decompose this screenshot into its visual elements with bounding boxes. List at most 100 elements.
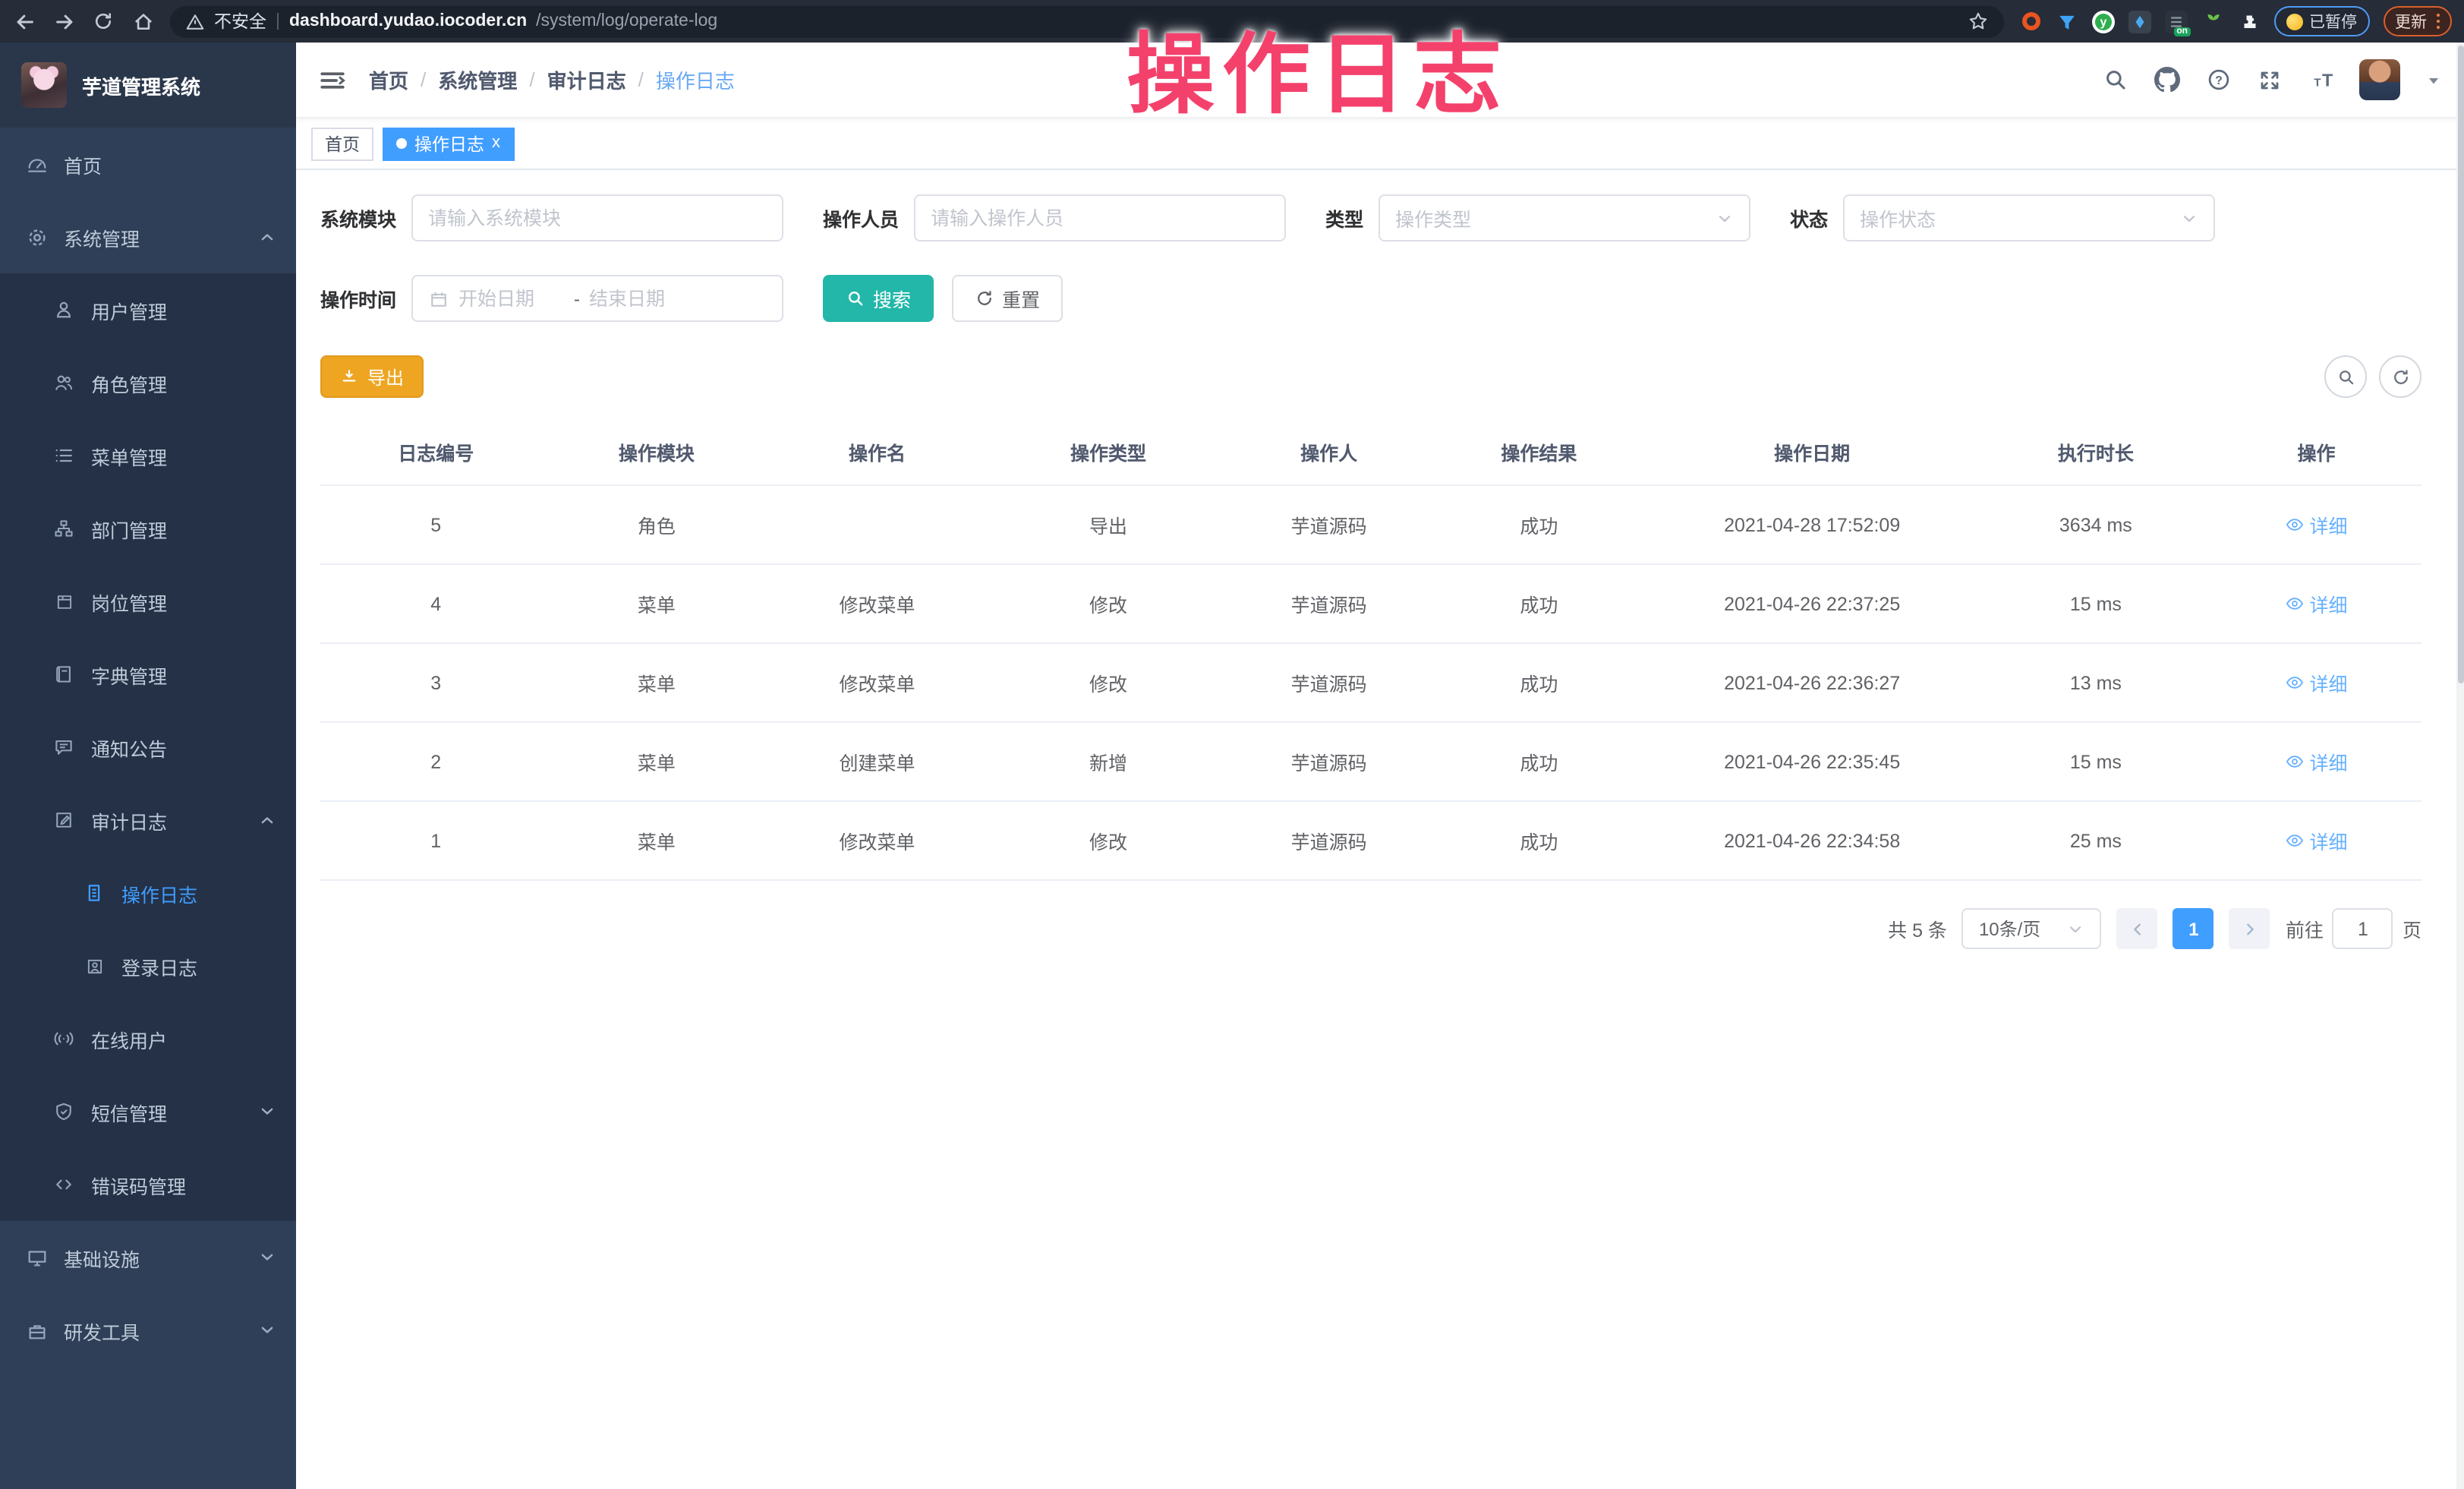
extension-funnel-icon[interactable] (2056, 10, 2078, 33)
sidebar-item-infrastructure[interactable]: 基础设施 (0, 1221, 296, 1294)
cell-result: 成功 (1434, 564, 1644, 643)
detail-link[interactable]: 详细 (2286, 589, 2348, 618)
prev-page-button[interactable] (2117, 908, 2158, 949)
github-icon[interactable] (2153, 66, 2180, 93)
avatar-caret-icon[interactable] (2425, 71, 2443, 89)
url-path[interactable]: /system/log/operate-log (536, 12, 1958, 30)
cell-date: 2021-04-26 22:34:58 (1644, 801, 1980, 880)
svg-text:?: ? (2214, 74, 2222, 87)
module-input[interactable] (428, 207, 767, 229)
breadcrumb-audit[interactable]: 审计日志 (547, 65, 626, 94)
sidebar-item-online-users[interactable]: 在线用户 (0, 1002, 296, 1075)
extensions-area: y on 已暂停 更新 (2019, 6, 2452, 36)
sidebar-logo[interactable]: 芋道管理系统 (0, 43, 296, 128)
url-host[interactable]: dashboard.yudao.iocoder.cn (289, 12, 527, 30)
sidebar-item-system-mgmt[interactable]: 系统管理 (0, 200, 296, 273)
extension-orange-icon[interactable] (2019, 10, 2042, 33)
extension-on-badge-icon[interactable]: on (2165, 10, 2188, 33)
extension-puzzle-icon[interactable] (2238, 10, 2261, 33)
fullscreen-icon[interactable] (2256, 66, 2283, 93)
refresh-table-button[interactable] (2379, 355, 2421, 398)
sidebar-item-label: 错误码管理 (91, 1170, 278, 1199)
page-content: 系统模块 操作人员 类型 操作类型 (296, 170, 2464, 1489)
detail-link[interactable]: 详细 (2286, 510, 2348, 539)
extension-paused-pill[interactable]: 已暂停 (2274, 6, 2369, 36)
sidebar-item-audit-log[interactable]: 审计日志 (0, 784, 296, 856)
cell-type: 修改 (993, 801, 1224, 880)
reset-button[interactable]: 重置 (952, 275, 1063, 322)
extension-sprout-icon[interactable] (2201, 10, 2224, 33)
detail-link[interactable]: 详细 (2286, 747, 2348, 776)
address-bar[interactable]: 不安全 | dashboard.yudao.iocoder.cn /system… (170, 5, 2004, 37)
date-range-picker[interactable]: - (411, 275, 783, 322)
tag-label: 操作日志 (414, 131, 484, 156)
search-button[interactable]: 搜索 (823, 275, 934, 322)
font-size-icon[interactable]: TT (2308, 66, 2335, 93)
detail-link[interactable]: 详细 (2286, 826, 2348, 855)
sidebar-item-dict-mgmt[interactable]: 字典管理 (0, 638, 296, 711)
operator-input[interactable] (931, 207, 1269, 229)
cell-module: 菜单 (551, 643, 761, 722)
col-date: 操作日期 (1644, 419, 1980, 485)
tag-home[interactable]: 首页 (311, 127, 373, 160)
hamburger-icon[interactable] (317, 65, 348, 95)
sidebar-item-errorcode-mgmt[interactable]: 错误码管理 (0, 1148, 296, 1221)
sidebar-item-user-mgmt[interactable]: 用户管理 (0, 273, 296, 346)
next-page-button[interactable] (2229, 908, 2270, 949)
code-icon (52, 1172, 76, 1197)
filter-operator: 操作人员 (823, 194, 1286, 241)
search-button-label: 搜索 (873, 284, 911, 313)
browser-forward-icon[interactable] (52, 9, 76, 33)
extension-gem-icon[interactable] (2128, 10, 2151, 33)
page-scrollbar[interactable] (2456, 43, 2464, 1489)
sidebar-item-post-mgmt[interactable]: 岗位管理 (0, 565, 296, 638)
detail-link[interactable]: 详细 (2286, 668, 2348, 697)
end-date-input[interactable] (589, 288, 695, 309)
security-warning-icon (185, 11, 205, 31)
browser-reload-icon[interactable] (91, 9, 115, 33)
cell-log-id: 1 (320, 801, 551, 880)
toggle-search-button[interactable] (2324, 355, 2367, 398)
status-select[interactable]: 操作状态 (1843, 194, 2215, 241)
security-label[interactable]: 不安全 (214, 9, 266, 33)
search-icon[interactable] (2101, 66, 2128, 93)
bookmark-star-icon[interactable] (1968, 11, 1989, 32)
breadcrumb-system[interactable]: 系统管理 (438, 65, 517, 94)
cell-name: 修改菜单 (761, 564, 992, 643)
tag-close-icon[interactable]: x (492, 135, 500, 152)
briefcase-icon (24, 1318, 49, 1342)
browser-back-icon[interactable] (12, 9, 36, 33)
type-label: 类型 (1325, 203, 1363, 232)
tag-operate-log[interactable]: 操作日志 x (383, 127, 514, 160)
export-button[interactable]: 导出 (320, 355, 424, 398)
paused-label: 已暂停 (2309, 10, 2357, 33)
goto-page-input[interactable] (2340, 918, 2386, 939)
page-number-button[interactable]: 1 (2173, 908, 2214, 949)
scrollbar-thumb[interactable] (2457, 46, 2463, 683)
sidebar-item-notice[interactable]: 通知公告 (0, 711, 296, 784)
update-label: 更新 (2395, 10, 2427, 33)
start-date-input[interactable] (458, 288, 565, 309)
refresh-icon (975, 289, 994, 308)
module-label: 系统模块 (320, 203, 396, 232)
type-select[interactable]: 操作类型 (1379, 194, 1750, 241)
sidebar-item-sms-mgmt[interactable]: 短信管理 (0, 1075, 296, 1148)
sidebar-item-login-log[interactable]: 登录日志 (0, 929, 296, 1002)
extension-green-y-icon[interactable]: y (2092, 10, 2115, 33)
sidebar-item-role-mgmt[interactable]: 角色管理 (0, 346, 296, 419)
sidebar-item-menu-mgmt[interactable]: 菜单管理 (0, 419, 296, 492)
browser-menu-icon[interactable] (2436, 14, 2440, 30)
cell-duration: 15 ms (1980, 722, 2211, 801)
help-icon[interactable]: ? (2204, 66, 2232, 93)
browser-update-pill[interactable]: 更新 (2383, 6, 2452, 36)
cell-name (761, 485, 992, 564)
sidebar-item-home[interactable]: 首页 (0, 128, 296, 200)
breadcrumb: 首页 / 系统管理 / 审计日志 / 操作日志 (369, 65, 735, 94)
sidebar-item-dept-mgmt[interactable]: 部门管理 (0, 492, 296, 565)
sidebar-item-dev-tools[interactable]: 研发工具 (0, 1294, 296, 1367)
sidebar-item-operate-log[interactable]: 操作日志 (0, 856, 296, 929)
browser-home-icon[interactable] (131, 9, 155, 33)
user-avatar[interactable] (2359, 59, 2400, 100)
breadcrumb-home[interactable]: 首页 (369, 65, 408, 94)
page-size-select[interactable]: 10条/页 (1962, 908, 2102, 949)
